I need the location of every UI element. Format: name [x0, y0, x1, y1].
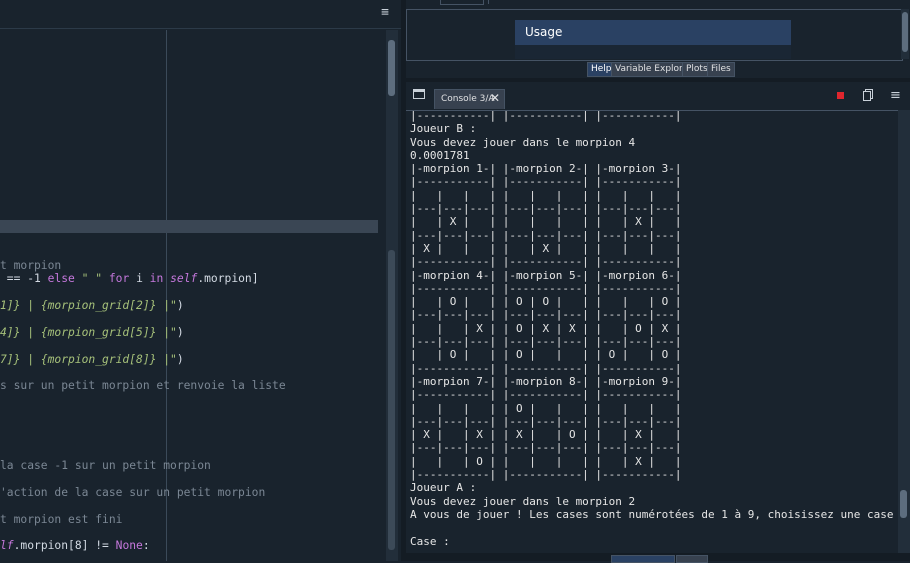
- code-token: lf: [0, 539, 14, 552]
- code-token: {morpion_grid[2]}: [40, 299, 157, 312]
- help-toolbar-divider: [488, 0, 899, 4]
- code-token: " ": [81, 272, 103, 285]
- current-line-highlight: [0, 220, 378, 233]
- bottom-tab-active[interactable]: [611, 555, 675, 563]
- editor-options-menu-icon[interactable]: ≡: [378, 6, 392, 20]
- code-token: |": [156, 299, 177, 312]
- code-line[interactable]: 7]} | {morpion_grid[8]} |"): [0, 353, 184, 367]
- code-token: |": [156, 326, 177, 339]
- bottom-tab[interactable]: [676, 555, 708, 563]
- code-line[interactable]: t morpion est fini: [0, 513, 122, 527]
- code-token: |: [20, 353, 41, 366]
- code-line[interactable]: 4]} | {morpion_grid[5]} |"): [0, 326, 184, 340]
- code-line[interactable]: la case -1 sur un petit morpion: [0, 459, 211, 473]
- console-scrollbar-thumb[interactable]: [900, 490, 907, 518]
- help-scrollbar-thumb[interactable]: [902, 12, 908, 52]
- usage-panel-body: [515, 45, 791, 59]
- console-scrollbar[interactable]: [898, 110, 910, 553]
- code-line[interactable]: t morpion: [0, 259, 61, 273]
- code-token: .morpion]: [197, 272, 259, 285]
- console-tab-label: Console 3/A: [441, 94, 495, 104]
- code-token: ==: [0, 272, 28, 285]
- tab-files[interactable]: Files: [707, 62, 735, 77]
- code-token: s sur un petit morpion et renvoie la lis…: [0, 379, 286, 392]
- code-token: 4]}: [0, 326, 21, 339]
- code-token: {morpion_grid[5]}: [40, 326, 157, 339]
- code-token: ): [176, 353, 184, 366]
- code-line[interactable]: lf.morpion[8] != None:: [0, 539, 150, 553]
- code-token: la case -1 sur un petit morpion: [0, 459, 211, 472]
- code-line[interactable]: == -1 else " " for i in self.morpion]: [0, 272, 259, 286]
- code-token: 7]}: [0, 353, 21, 366]
- editor-tabbar-divider: [0, 28, 401, 29]
- code-token: for: [102, 272, 137, 285]
- console-output-area[interactable]: |-----------| |-----------| |-----------…: [406, 110, 898, 554]
- code-token: None: [115, 539, 143, 552]
- code-token: self: [170, 272, 198, 285]
- browse-tabs-icon[interactable]: [413, 89, 425, 99]
- code-token: ): [176, 299, 184, 312]
- stop-icon[interactable]: [837, 92, 844, 99]
- code-token: :: [142, 539, 150, 552]
- edge-line-marker: [166, 30, 167, 561]
- code-token: in: [142, 272, 171, 285]
- code-line[interactable]: 1]} | {morpion_grid[2]} |"): [0, 299, 184, 313]
- code-token: |: [20, 326, 41, 339]
- code-token: else: [40, 272, 82, 285]
- editor-scrollbar-thumb[interactable]: [388, 40, 395, 96]
- code-token: |: [20, 299, 41, 312]
- code-token: -1: [27, 272, 41, 285]
- console-options-menu-icon[interactable]: ≡: [890, 88, 901, 103]
- close-icon[interactable]: ✕: [490, 91, 500, 105]
- code-token: 'action de la case sur un petit morpion: [0, 486, 266, 499]
- code-token: ): [176, 326, 184, 339]
- code-token: t morpion est fini: [0, 513, 123, 526]
- code-token: i: [136, 272, 143, 285]
- code-token: {morpion_grid[8]}: [40, 353, 157, 366]
- editor-scrollbar-track-region: [388, 250, 395, 550]
- code-token: |": [156, 353, 177, 366]
- help-toolbar-field[interactable]: [440, 0, 484, 5]
- usage-title: Usage: [525, 25, 563, 39]
- code-token: .morpion[8] !=: [13, 539, 116, 552]
- code-line[interactable]: s sur un petit morpion et renvoie la lis…: [0, 379, 286, 393]
- remove-all-variables-icon-front: [863, 91, 871, 101]
- code-token: t morpion: [0, 259, 62, 272]
- console-output-text: |-----------| |-----------| |-----------…: [410, 110, 894, 548]
- code-token: 1]}: [0, 299, 21, 312]
- code-line[interactable]: 'action de la case sur un petit morpion: [0, 486, 265, 500]
